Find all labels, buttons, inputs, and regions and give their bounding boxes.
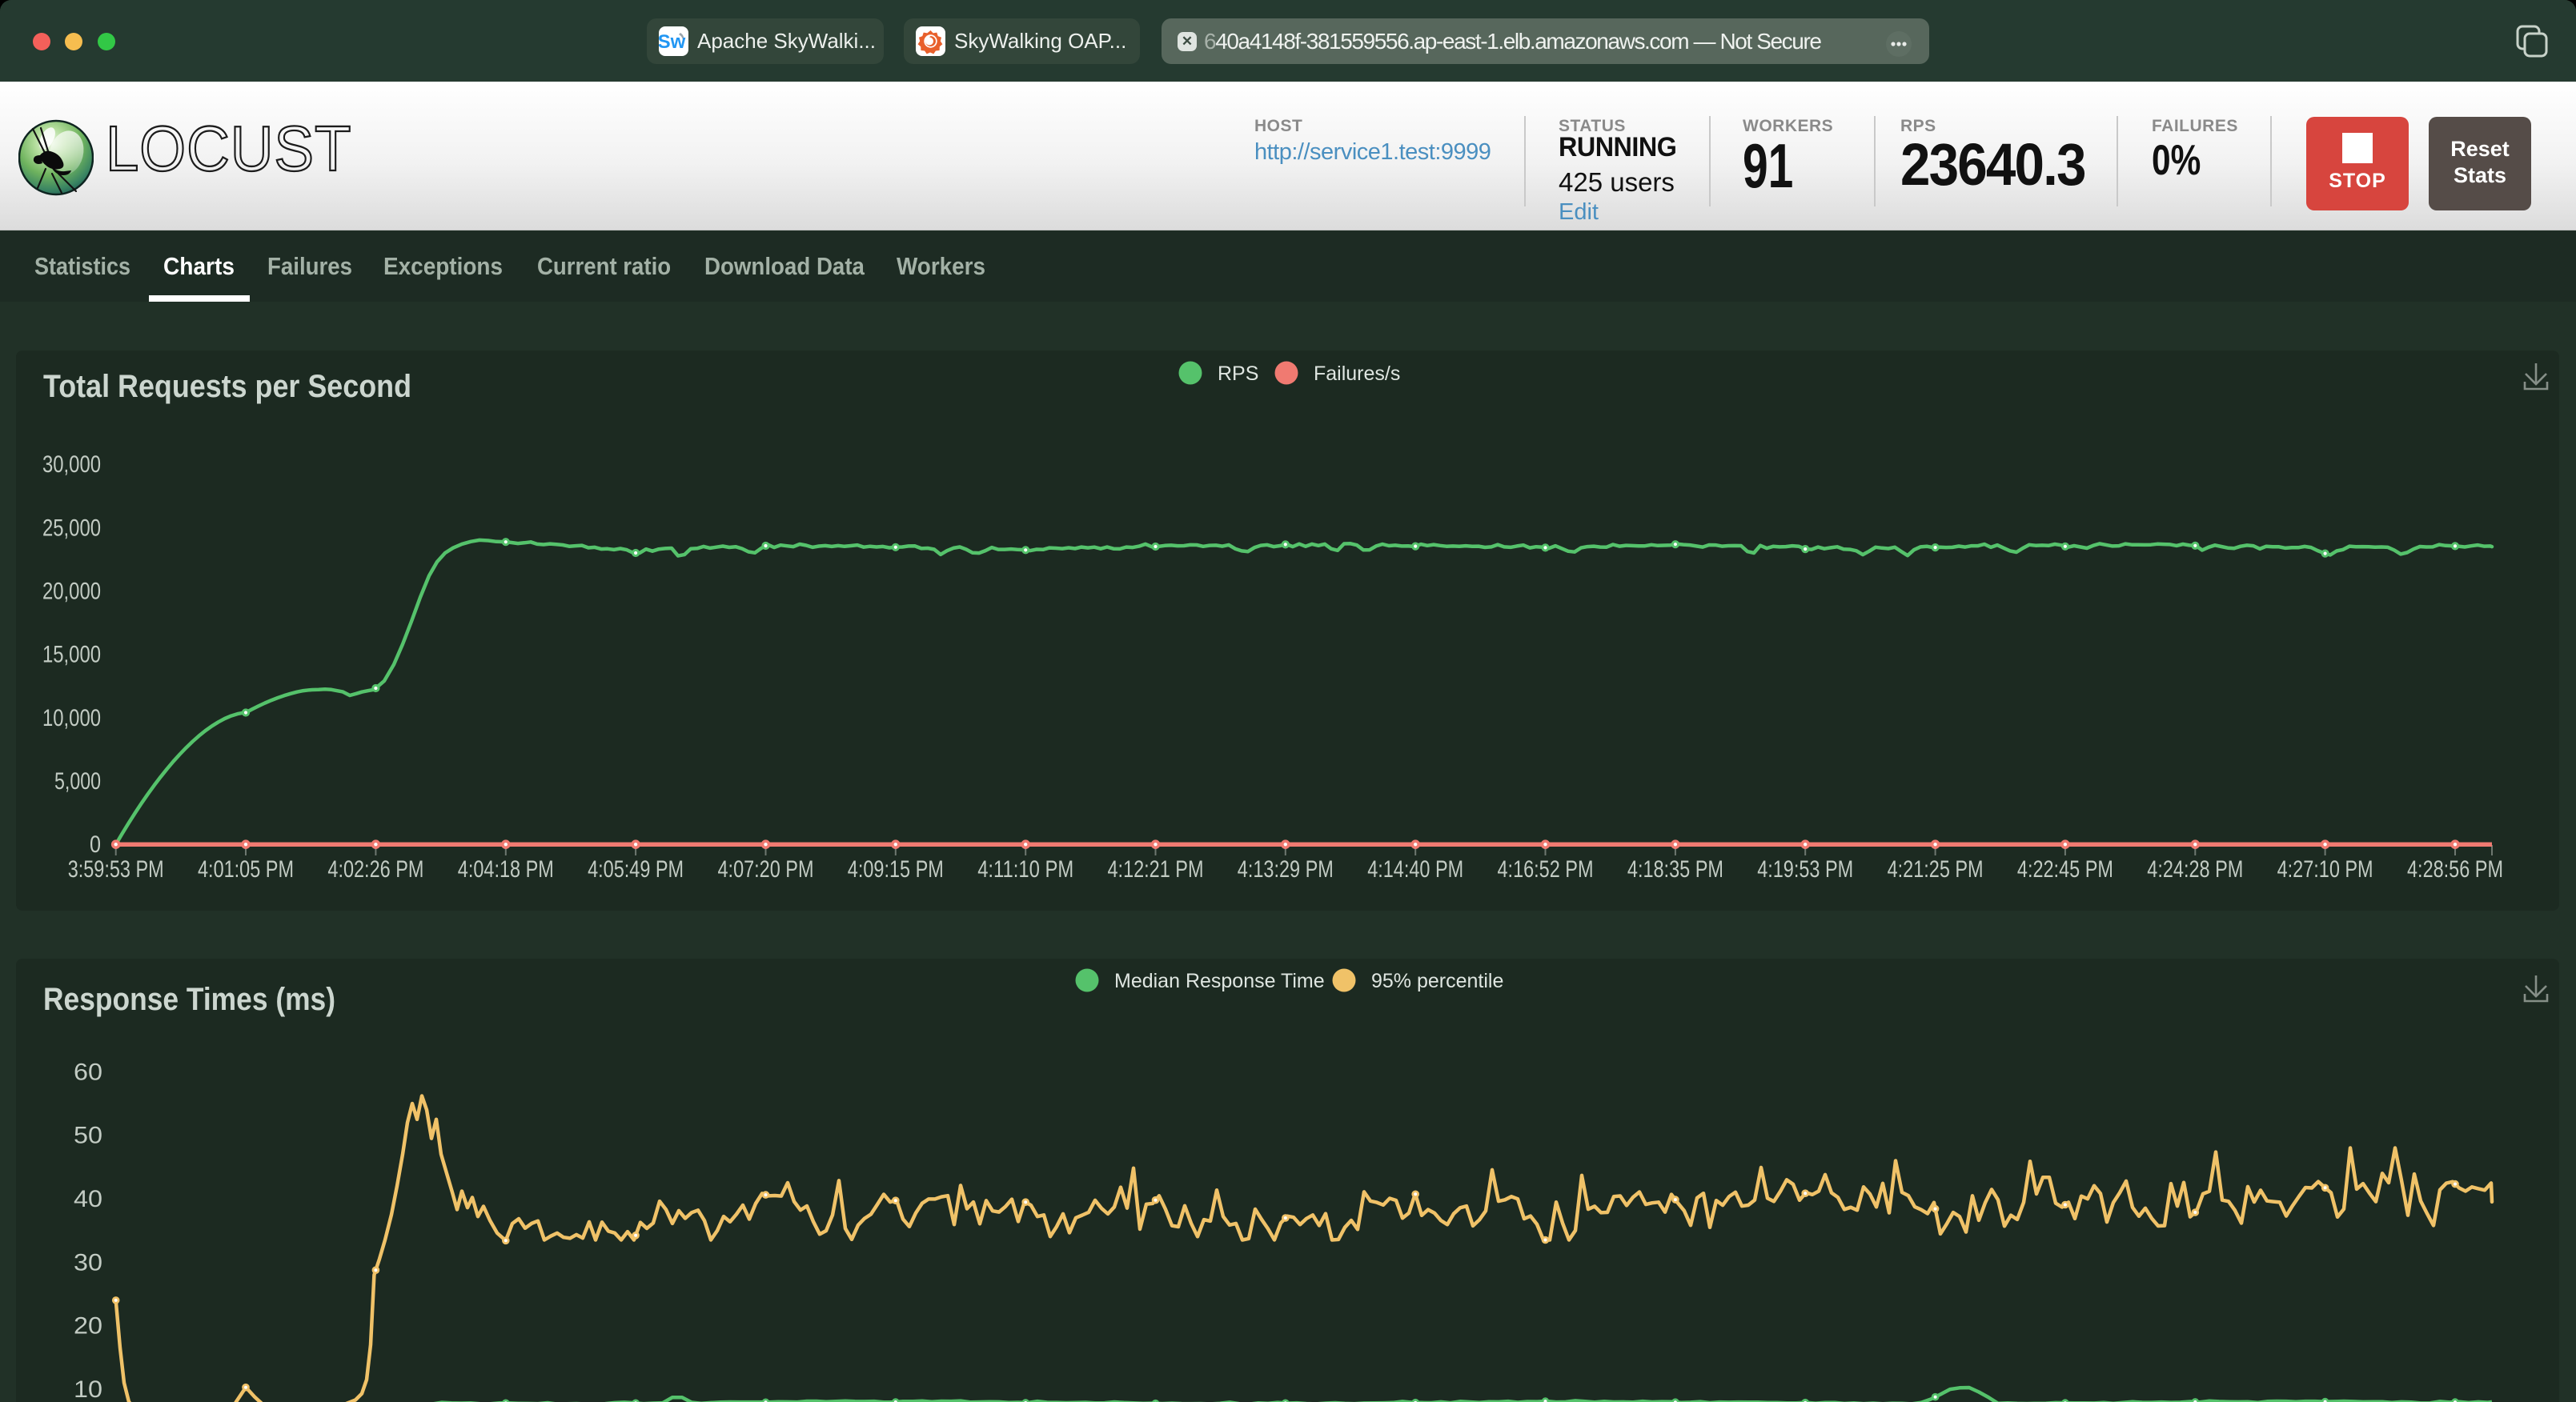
svg-text:3:59:53 PM: 3:59:53 PM <box>68 856 164 883</box>
svg-text:95% percentile: 95% percentile <box>1371 970 1503 992</box>
svg-text:10,000: 10,000 <box>42 705 101 731</box>
svg-text:4:14:40 PM: 4:14:40 PM <box>1367 856 1463 883</box>
svg-text:0: 0 <box>90 831 101 858</box>
svg-text:25,000: 25,000 <box>42 515 101 541</box>
svg-text:4:07:20 PM: 4:07:20 PM <box>718 856 814 883</box>
svg-text:4:18:35 PM: 4:18:35 PM <box>1627 856 1723 883</box>
svg-text:4:13:29 PM: 4:13:29 PM <box>1238 856 1334 883</box>
svg-text:4:16:52 PM: 4:16:52 PM <box>1498 856 1594 883</box>
svg-text:4:28:56 PM: 4:28:56 PM <box>2407 856 2503 883</box>
svg-text:10: 10 <box>74 1376 102 1402</box>
svg-text:4:11:10 PM: 4:11:10 PM <box>977 856 1073 883</box>
svg-text:Failures/s: Failures/s <box>1314 363 1400 385</box>
svg-text:4:12:21 PM: 4:12:21 PM <box>1108 856 1204 883</box>
svg-text:4:19:53 PM: 4:19:53 PM <box>1757 856 1853 883</box>
svg-text:4:24:28 PM: 4:24:28 PM <box>2147 856 2243 883</box>
svg-text:5,000: 5,000 <box>54 768 101 795</box>
svg-text:4:05:49 PM: 4:05:49 PM <box>588 856 684 883</box>
svg-text:30,000: 30,000 <box>42 451 101 478</box>
svg-text:40: 40 <box>74 1186 102 1212</box>
svg-text:4:22:45 PM: 4:22:45 PM <box>2017 856 2113 883</box>
svg-text:4:01:05 PM: 4:01:05 PM <box>198 856 294 883</box>
svg-text:4:04:18 PM: 4:04:18 PM <box>458 856 554 883</box>
svg-text:4:02:26 PM: 4:02:26 PM <box>327 856 423 883</box>
svg-text:Median Response Time: Median Response Time <box>1114 970 1325 992</box>
svg-text:20: 20 <box>74 1313 102 1340</box>
svg-text:50: 50 <box>74 1123 102 1149</box>
svg-text:20,000: 20,000 <box>42 579 101 605</box>
svg-text:Response Times (ms): Response Times (ms) <box>43 982 335 1017</box>
svg-text:4:27:10 PM: 4:27:10 PM <box>2277 856 2373 883</box>
svg-text:4:09:15 PM: 4:09:15 PM <box>848 856 944 883</box>
svg-text:4:21:25 PM: 4:21:25 PM <box>1888 856 1984 883</box>
svg-text:30: 30 <box>74 1249 102 1276</box>
svg-text:60: 60 <box>74 1059 102 1085</box>
svg-text:15,000: 15,000 <box>42 642 101 668</box>
svg-text:RPS: RPS <box>1218 363 1258 385</box>
svg-text:Total Requests per Second: Total Requests per Second <box>43 369 411 404</box>
